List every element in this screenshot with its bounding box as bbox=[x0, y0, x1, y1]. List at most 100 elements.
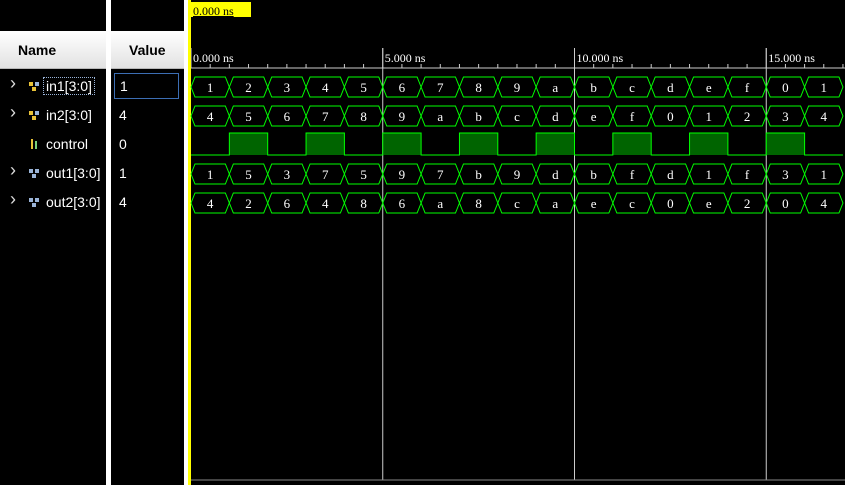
bus-value-label: 1 bbox=[821, 80, 828, 95]
bus-value-label: 6 bbox=[284, 196, 291, 211]
time-cursor-line bbox=[188, 0, 191, 485]
signal-row-in2[interactable]: › in2[3:0] bbox=[0, 102, 106, 127]
bus-value-label: b bbox=[475, 109, 482, 124]
signal-name-label: in1[3:0] bbox=[43, 77, 95, 95]
bus-out-icon bbox=[29, 198, 39, 207]
bus-value-label: 9 bbox=[514, 80, 521, 95]
signal-row-in1[interactable]: › in1[3:0] bbox=[0, 73, 106, 98]
bus-value-label: f bbox=[745, 80, 750, 95]
bus-value-label: 8 bbox=[475, 196, 482, 211]
name-column-header[interactable]: Name bbox=[0, 31, 106, 69]
bus-value-label: c bbox=[629, 80, 635, 95]
bit-high-fill bbox=[229, 133, 268, 155]
bus-value-label: b bbox=[590, 167, 597, 182]
bus-value-label: a bbox=[552, 196, 558, 211]
bus-value-label: a bbox=[437, 109, 443, 124]
bus-value-label: 3 bbox=[782, 109, 789, 124]
bus-value-label: 8 bbox=[475, 80, 482, 95]
time-ruler-label: 10.000 ns bbox=[577, 51, 624, 65]
signal-name-label: out1[3:0] bbox=[46, 165, 101, 181]
bus-value-label: e bbox=[706, 196, 712, 211]
bus-value-label: 2 bbox=[744, 196, 751, 211]
value-header-label: Value bbox=[129, 41, 166, 58]
signal-name-label: in2[3:0] bbox=[46, 107, 92, 123]
signal-name-label: out2[3:0] bbox=[46, 194, 101, 210]
bit-waveform bbox=[191, 132, 843, 156]
bus-value-label: 8 bbox=[360, 196, 367, 211]
signal-value-cell[interactable]: 4 bbox=[111, 192, 184, 214]
signal-name-label: control bbox=[46, 136, 89, 152]
value-column-header[interactable]: Value bbox=[111, 31, 184, 69]
bus-value-label: 9 bbox=[514, 167, 521, 182]
expand-chevron-icon[interactable]: › bbox=[10, 73, 16, 94]
signal-row-out1[interactable]: › out1[3:0] bbox=[0, 160, 106, 185]
bus-icon bbox=[29, 111, 39, 120]
expand-chevron-icon[interactable]: › bbox=[10, 102, 16, 123]
bus-value-label: c bbox=[514, 196, 520, 211]
signal-value-cell[interactable]: 1 bbox=[114, 73, 179, 99]
bit-high-fill bbox=[459, 133, 498, 155]
signal-value-cell[interactable]: 1 bbox=[111, 163, 184, 185]
bus-value-label: 1 bbox=[207, 80, 214, 95]
bus-value-label: 4 bbox=[821, 109, 828, 124]
expand-chevron-icon[interactable]: › bbox=[10, 189, 16, 210]
bus-value-label: 4 bbox=[322, 196, 329, 211]
bus-value-label: 4 bbox=[207, 196, 214, 211]
bus-value-label: a bbox=[437, 196, 443, 211]
bus-value-label: 2 bbox=[744, 109, 751, 124]
bus-value-label: d bbox=[667, 167, 674, 182]
time-ruler-label: 15.000 ns bbox=[768, 51, 815, 65]
signal-value-cell[interactable]: 0 bbox=[111, 134, 184, 156]
bit-high-fill bbox=[536, 133, 575, 155]
bit-high-fill bbox=[382, 133, 422, 155]
signal-value-text: 4 bbox=[119, 107, 127, 123]
signal-row-control[interactable]: control bbox=[0, 134, 106, 156]
bus-value-label: 1 bbox=[705, 109, 712, 124]
bus-value-label: 5 bbox=[360, 80, 367, 95]
bus-value-label: 3 bbox=[782, 167, 789, 182]
bus-value-label: f bbox=[630, 167, 635, 182]
bus-value-label: 1 bbox=[705, 167, 712, 182]
bus-value-label: 6 bbox=[399, 80, 406, 95]
bit-high-fill bbox=[766, 133, 805, 155]
bus-value-label: 3 bbox=[284, 167, 291, 182]
bus-value-label: d bbox=[552, 109, 559, 124]
bus-value-label: 0 bbox=[782, 196, 789, 211]
bus-value-label: 2 bbox=[245, 196, 252, 211]
signal-value-text: 4 bbox=[119, 194, 127, 210]
bus-value-label: 0 bbox=[667, 196, 674, 211]
bus-value-label: 9 bbox=[399, 109, 406, 124]
bus-value-label: e bbox=[591, 109, 597, 124]
bus-value-label: 7 bbox=[437, 80, 444, 95]
bus-value-label: b bbox=[590, 80, 597, 95]
bus-value-label: a bbox=[552, 80, 558, 95]
bus-value-label: e bbox=[591, 196, 597, 211]
bus-value-label: 5 bbox=[245, 109, 252, 124]
bus-value-label: f bbox=[745, 167, 750, 182]
bus-value-label: 7 bbox=[437, 167, 444, 182]
bus-value-label: 9 bbox=[399, 167, 406, 182]
signal-value-cell[interactable]: 4 bbox=[111, 105, 184, 127]
name-header-label: Name bbox=[18, 41, 57, 58]
signal-row-out2[interactable]: › out2[3:0] bbox=[0, 189, 106, 214]
bus-value-label: 1 bbox=[821, 167, 828, 182]
bus-value-label: 1 bbox=[207, 167, 214, 182]
expand-chevron-icon[interactable]: › bbox=[10, 160, 16, 181]
bus-value-label: 7 bbox=[322, 109, 329, 124]
bus-value-label: 8 bbox=[360, 109, 367, 124]
bus-value-label: 4 bbox=[207, 109, 214, 124]
waveform-canvas[interactable]: 0.000 ns 5.000 ns 10.000 ns 15.000 ns 0.000 … bbox=[188, 0, 845, 485]
bus-value-label: b bbox=[475, 167, 482, 182]
time-cursor-label: 0.000 ns bbox=[193, 4, 234, 18]
bus-value-label: 6 bbox=[399, 196, 406, 211]
bit-high-fill bbox=[306, 133, 345, 155]
bus-value-label: f bbox=[630, 109, 635, 124]
signal-value-text: 0 bbox=[119, 136, 127, 152]
bit-icon bbox=[31, 139, 37, 149]
bus-value-label: d bbox=[552, 167, 559, 182]
bus-value-label: 4 bbox=[821, 196, 828, 211]
bus-value-label: 0 bbox=[667, 109, 674, 124]
bus-value-label: c bbox=[514, 109, 520, 124]
bus-icon bbox=[29, 82, 39, 91]
bus-value-label: 0 bbox=[782, 80, 789, 95]
